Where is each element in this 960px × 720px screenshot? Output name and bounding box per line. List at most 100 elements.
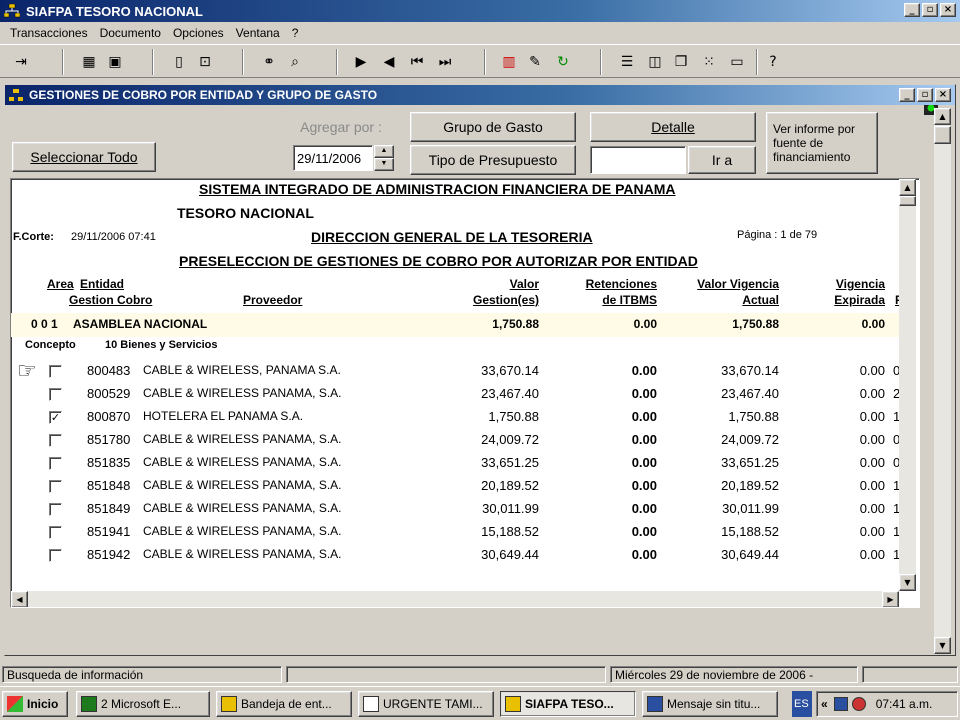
row-valor-vigencia: 24,009.72 [721, 432, 779, 447]
row-valor: 15,188.52 [481, 524, 539, 539]
row-checkbox[interactable] [49, 434, 62, 447]
row-checkbox[interactable] [49, 480, 62, 493]
row-vigencia-expirada: 0.00 [859, 455, 885, 470]
grupo-gasto-button[interactable]: Grupo de Gasto [410, 112, 576, 142]
col-gestion: Gestion Cobro [69, 293, 153, 307]
previous-icon[interactable]: ◀ [378, 51, 400, 73]
child-minimize-button[interactable]: _ [899, 88, 915, 102]
row-proveedor: HOTELERA EL PANAMA S.A. [143, 409, 304, 423]
date-down-button[interactable]: ▼ [374, 158, 394, 171]
report-hscrollbar[interactable]: ◀ ▶ [11, 591, 899, 607]
arrange-icons-icon[interactable]: ⁙ [698, 51, 720, 73]
task-outlook[interactable]: Bandeja de ent... [216, 691, 352, 717]
menu-help[interactable]: ? [286, 26, 305, 40]
maximize-button[interactable]: ▫ [922, 3, 938, 17]
outer-scroll-down[interactable]: ▼ [934, 637, 951, 654]
ver-informe-button[interactable]: Ver informe por fuente de financiamiento [766, 112, 878, 174]
link-icon[interactable]: ⊡ [194, 51, 216, 73]
menu-opciones[interactable]: Opciones [167, 26, 230, 40]
select-all-button[interactable]: Seleccionar Todo [12, 142, 156, 172]
help-icon[interactable]: ? [762, 51, 784, 73]
row-vigencia-expirada: 0.00 [859, 409, 885, 424]
outer-scroll-thumb[interactable] [934, 126, 951, 144]
row-checkbox[interactable] [49, 388, 62, 401]
row-checkbox[interactable] [49, 526, 62, 539]
entity-vv: 1,750.88 [732, 317, 779, 331]
report-scroll-right[interactable]: ▶ [882, 591, 899, 607]
child-maximize-button[interactable]: ▫ [917, 88, 933, 102]
window-icon[interactable]: ▭ [726, 51, 748, 73]
close-button[interactable]: × [940, 3, 956, 17]
entity-code: 0 0 1 [31, 317, 58, 331]
new-document-icon[interactable]: ▯ [168, 51, 190, 73]
row-valor-vigencia: 30,011.99 [722, 501, 779, 516]
menu-documento[interactable]: Documento [94, 26, 167, 40]
tile-vertical-icon[interactable]: ◫ [644, 51, 666, 73]
report-scroll-up[interactable]: ▲ [899, 179, 916, 196]
ir-a-input[interactable] [590, 146, 686, 174]
app-titlebar: SIAFPA TESORO NACIONAL _ ▫ × [0, 0, 960, 22]
report-scroll-thumb[interactable] [899, 196, 916, 206]
task-excel[interactable]: 2 Microsoft E... [76, 691, 210, 717]
row-vigencia-expirada: 0.00 [859, 547, 885, 562]
date-field[interactable]: 29/11/2006 [293, 145, 373, 171]
concepto-label: Concepto [25, 339, 76, 351]
child-close-button[interactable]: × [935, 88, 951, 102]
row-proveedor: CABLE & WIRELESS PANAMA, S.A. [143, 455, 342, 469]
security-icon[interactable] [851, 697, 866, 711]
row-checkbox[interactable] [49, 549, 62, 562]
detalle-button[interactable]: Detalle [590, 112, 756, 142]
menu-transacciones[interactable]: Transacciones [4, 26, 94, 40]
row-proveedor: CABLE & WIRELESS PANAMA, S.A. [143, 386, 342, 400]
minimize-button[interactable]: _ [904, 3, 920, 17]
task-outlook-label: Bandeja de ent... [241, 697, 332, 711]
toolbar: ⇥ ▦ ▣ ▯ ⊡ ⚭ ⌕ ▶ ◀ ⏮ ⏭ ▥ ✎ ↻ ☰ ◫ ❐ ⁙ ▭ ? [0, 44, 960, 115]
task-siafpa[interactable]: SIAFPA TESO... [500, 691, 636, 717]
outer-scroll-up[interactable]: ▲ [934, 108, 951, 125]
row-retenciones: 0.00 [631, 432, 657, 447]
date-up-button[interactable]: ▲ [374, 145, 394, 158]
row-checkbox[interactable] [49, 503, 62, 516]
task-message[interactable]: URGENTE TAMI... [358, 691, 494, 717]
first-icon[interactable]: ⏮ [406, 51, 428, 73]
task-mensaje[interactable]: Mensaje sin titu... [642, 691, 778, 717]
start-button[interactable]: Inicio [2, 691, 68, 717]
ir-a-button[interactable]: Ir a [688, 146, 756, 174]
outer-scrollbar[interactable]: ▲ ▼ [934, 108, 951, 654]
task-mensaje-label: Mensaje sin titu... [667, 697, 761, 711]
binoculars-icon[interactable]: ⚭ [258, 51, 280, 73]
last-icon[interactable]: ⏭ [434, 51, 456, 73]
grid-icon[interactable]: ▦ [78, 51, 100, 73]
network-icon[interactable] [833, 697, 848, 711]
row-checkbox[interactable]: ✓ [49, 411, 62, 424]
col-ret-2: de ITBMS [602, 293, 657, 307]
row-gestion-code: 800870 [87, 409, 131, 424]
status-right: Miércoles 29 de noviembre de 2006 - [610, 666, 858, 683]
tools-icon[interactable]: ✎ [524, 51, 546, 73]
entity-ret: 0.00 [633, 317, 657, 331]
row-proveedor: CABLE & WIRELESS, PANAMA S.A. [143, 363, 341, 377]
menu-ventana[interactable]: Ventana [230, 26, 286, 40]
language-indicator[interactable]: ES [792, 691, 812, 717]
cascade-icon[interactable]: ❐ [670, 51, 692, 73]
report-vscrollbar[interactable]: ▲ ▼ [899, 179, 916, 591]
refresh-icon[interactable]: ↻ [552, 51, 574, 73]
tray-expand-icon[interactable]: « [821, 697, 828, 711]
save-icon[interactable]: ▣ [104, 51, 126, 73]
exit-icon[interactable]: ⇥ [10, 51, 32, 73]
next-icon[interactable]: ▶ [350, 51, 372, 73]
tipo-presupuesto-button[interactable]: Tipo de Presupuesto [410, 145, 576, 175]
row-checkbox[interactable] [49, 365, 62, 378]
row-vigencia-expirada: 0.00 [859, 524, 885, 539]
row-vigencia-expirada: 0.00 [859, 363, 885, 378]
report-scroll-left[interactable]: ◀ [11, 591, 28, 607]
task-message-label: URGENTE TAMI... [383, 697, 483, 711]
row-checkbox[interactable] [49, 457, 62, 470]
report-scroll-down[interactable]: ▼ [899, 574, 916, 591]
row-gestion-code: 851942 [87, 547, 131, 562]
report-icon[interactable]: ▥ [498, 51, 520, 73]
tile-horizontal-icon[interactable]: ☰ [616, 51, 638, 73]
find-icon[interactable]: ⌕ [284, 51, 306, 73]
row-gestion-code: 851780 [87, 432, 131, 447]
report-title-4: PRESELECCION DE GESTIONES DE COBRO POR A… [179, 253, 698, 269]
